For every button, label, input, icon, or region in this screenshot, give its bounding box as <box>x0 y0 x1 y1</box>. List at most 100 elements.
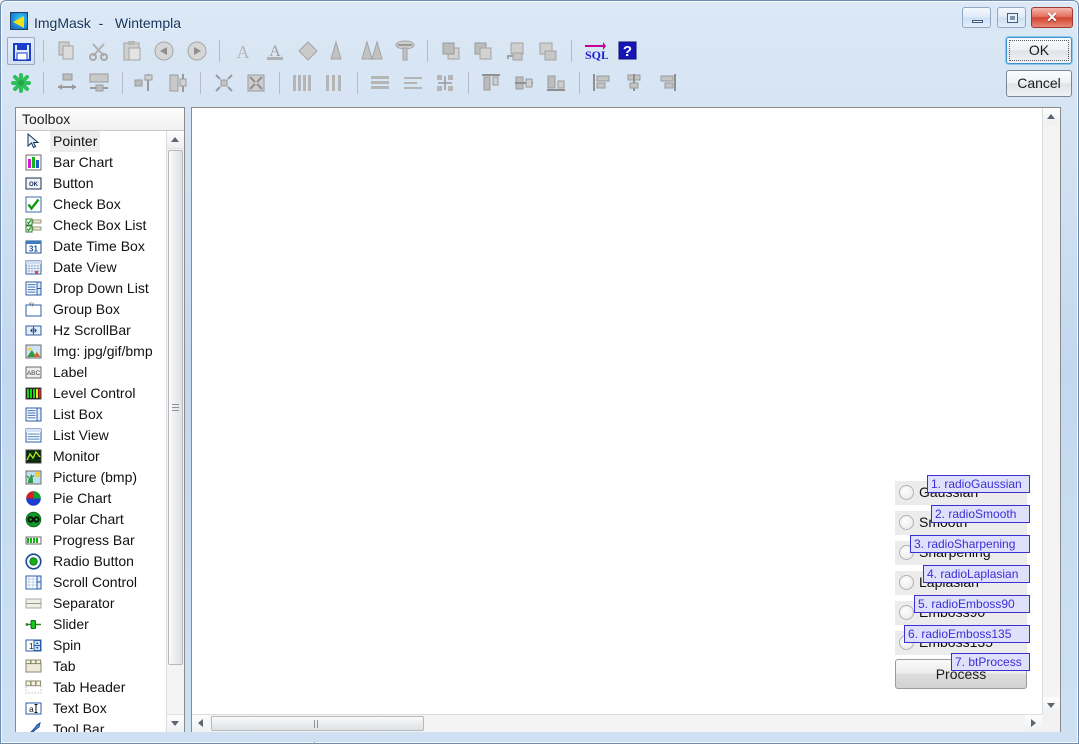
align-grid-button[interactable] <box>431 69 459 97</box>
toolbox-item-text-box[interactable]: a Text Box <box>16 698 166 719</box>
toolbox-item-bar-chart[interactable]: Bar Chart <box>16 152 166 173</box>
send-to-back-button[interactable] <box>469 37 497 65</box>
designer-tag-2[interactable]: 2. radioSmooth <box>931 505 1030 523</box>
align-bottoms-button[interactable] <box>542 69 570 97</box>
bring-to-front-button[interactable] <box>437 37 465 65</box>
toolbox-item-date-time-box[interactable]: 31 Date Time Box <box>16 236 166 257</box>
cancel-button[interactable]: Cancel <box>1006 70 1072 97</box>
snowflake-button[interactable] <box>7 69 35 97</box>
align-tops-button[interactable] <box>477 69 505 97</box>
toolbox-scrollbar-thumb[interactable] <box>168 150 183 665</box>
order-left-button[interactable] <box>588 69 616 97</box>
designer-tag-3[interactable]: 3. radioSharpening <box>910 535 1030 553</box>
undo-button[interactable] <box>150 37 178 65</box>
fill-color-button[interactable] <box>294 37 322 65</box>
toolbox-item-progress-bar[interactable]: Progress Bar <box>16 530 166 551</box>
make-same-height-button[interactable] <box>85 69 113 97</box>
toolbox-item-button[interactable]: OK Button <box>16 173 166 194</box>
vertical-spacing-make-equal-button[interactable] <box>288 69 316 97</box>
designer-tag-7[interactable]: 7. btProcess <box>951 653 1030 671</box>
horizontal-spacing-decrease-button[interactable] <box>210 69 238 97</box>
size-to-grid-button[interactable] <box>131 69 159 97</box>
toolbox-scrollbar[interactable] <box>166 131 184 732</box>
status-bar <box>2 732 1077 742</box>
toolbox-item-spin[interactable]: 1 Spin <box>16 635 166 656</box>
toolbox-item-monitor[interactable]: Monitor <box>16 446 166 467</box>
canvas-scroll-up-arrow-icon[interactable] <box>1043 108 1060 125</box>
scroll-down-arrow-icon[interactable] <box>167 714 184 732</box>
canvas-vertical-scrollbar[interactable] <box>1042 108 1060 714</box>
list-box-icon <box>25 406 42 423</box>
image-icon <box>25 343 42 360</box>
canvas-scroll-down-arrow-icon[interactable] <box>1043 697 1060 714</box>
font-button[interactable]: A <box>229 37 257 65</box>
horizontal-spacing-remove-button[interactable] <box>242 69 270 97</box>
toolbox-item-group-box[interactable]: xy Group Box <box>16 299 166 320</box>
label-icon: ABC <box>25 364 42 381</box>
bring-forward-button[interactable] <box>502 37 530 65</box>
cut-button[interactable] <box>85 37 113 65</box>
toolbox-item-pointer[interactable]: Pointer <box>16 131 166 152</box>
designer-tag-1[interactable]: 1. radioGaussian <box>927 475 1030 493</box>
canvas-horizontal-scrollbar[interactable] <box>192 714 1042 744</box>
pen2-button[interactable] <box>358 37 386 65</box>
paste-button[interactable] <box>118 37 146 65</box>
title-bar[interactable]: ImgMask - Wintempla ✕ <box>1 1 1078 33</box>
toolbox-item-hz-scrollbar[interactable]: Hz ScrollBar <box>16 320 166 341</box>
toolbox-item-drop-down-list[interactable]: Drop Down List <box>16 278 166 299</box>
toolbox-item-pie-chart[interactable]: Pie Chart <box>16 488 166 509</box>
align-lefts-button[interactable] <box>366 69 394 97</box>
toolbox-item-check-box-list[interactable]: Check Box List <box>16 215 166 236</box>
canvas-hscrollbar-thumb[interactable] <box>211 716 424 744</box>
toolbox-item-list-view[interactable]: List View <box>16 425 166 446</box>
toolbox-item-tab[interactable]: Tab <box>16 656 166 677</box>
toolbox-item-img-jpg-gif-bmp[interactable]: Img: jpg/gif/bmp <box>16 341 166 362</box>
designer-tag-4[interactable]: 4. radioLaplasian <box>923 565 1030 583</box>
toolbox-item-radio-button[interactable]: Radio Button <box>16 551 166 572</box>
align-centers-button[interactable] <box>399 69 427 97</box>
save-button[interactable] <box>7 37 35 65</box>
send-backward-button[interactable] <box>534 37 562 65</box>
order-center-button[interactable] <box>620 69 648 97</box>
size-to-fit-button[interactable] <box>164 69 192 97</box>
toolbox-item-date-view[interactable]: Date View <box>16 257 166 278</box>
progress-bar-icon <box>25 532 42 549</box>
toolbox-item-picture-bmp[interactable]: Picture (bmp) <box>16 467 166 488</box>
toolbox-item-level-control[interactable]: Level Control <box>16 383 166 404</box>
canvas-scroll-right-arrow-icon[interactable] <box>1025 715 1042 732</box>
toolbox-item-tool-bar[interactable]: Tool Bar <box>16 719 166 732</box>
vertical-spacing-increase-icon <box>320 69 348 97</box>
redo-button[interactable] <box>183 37 211 65</box>
maximize-button[interactable] <box>996 7 1026 28</box>
toolbox-item-polar-chart[interactable]: Polar Chart <box>16 509 166 530</box>
designer-tag-5[interactable]: 5. radioEmboss90 <box>914 595 1030 613</box>
minimize-button[interactable] <box>962 7 992 28</box>
toolbox-list[interactable]: Pointer Bar Chart OK Button Check Box Check B… <box>16 131 166 732</box>
svg-text:SQL: SQL <box>585 48 608 62</box>
toolbox-item-check-box[interactable]: Check Box <box>16 194 166 215</box>
toolbox-item-scroll-control[interactable]: Scroll Control <box>16 572 166 593</box>
screw-button[interactable] <box>391 37 419 65</box>
toolbox-item-tab-header[interactable]: Tab Header <box>16 677 166 698</box>
close-button[interactable]: ✕ <box>1031 7 1073 28</box>
order-right-button[interactable] <box>653 69 681 97</box>
align-middles-button[interactable] <box>510 69 538 97</box>
toolbox-item-separator[interactable]: Separator <box>16 593 166 614</box>
help-button[interactable]: ? <box>613 37 641 65</box>
canvas-scroll-left-arrow-icon[interactable] <box>192 715 209 732</box>
ok-button[interactable]: OK <box>1006 37 1072 64</box>
toolbox-item-label[interactable]: ABC Label <box>16 362 166 383</box>
designer-canvas[interactable]: Gaussian1. radioGaussianSmooth2. radioSm… <box>192 108 1042 714</box>
level-control-icon <box>25 385 42 402</box>
vertical-spacing-increase-button[interactable] <box>320 69 348 97</box>
copy-button[interactable] <box>53 37 81 65</box>
toolbox-item-list-box[interactable]: List Box <box>16 404 166 425</box>
designer-tag-6[interactable]: 6. radioEmboss135 <box>904 625 1030 643</box>
scroll-up-arrow-icon[interactable] <box>167 131 184 149</box>
sql-button[interactable]: SQL <box>580 37 609 65</box>
toolbox-item-slider[interactable]: Slider <box>16 614 166 635</box>
font-color-button[interactable]: A <box>261 37 289 65</box>
toolbar-separator <box>567 37 576 65</box>
pen-button[interactable] <box>326 37 354 65</box>
make-same-width-button[interactable] <box>53 69 81 97</box>
